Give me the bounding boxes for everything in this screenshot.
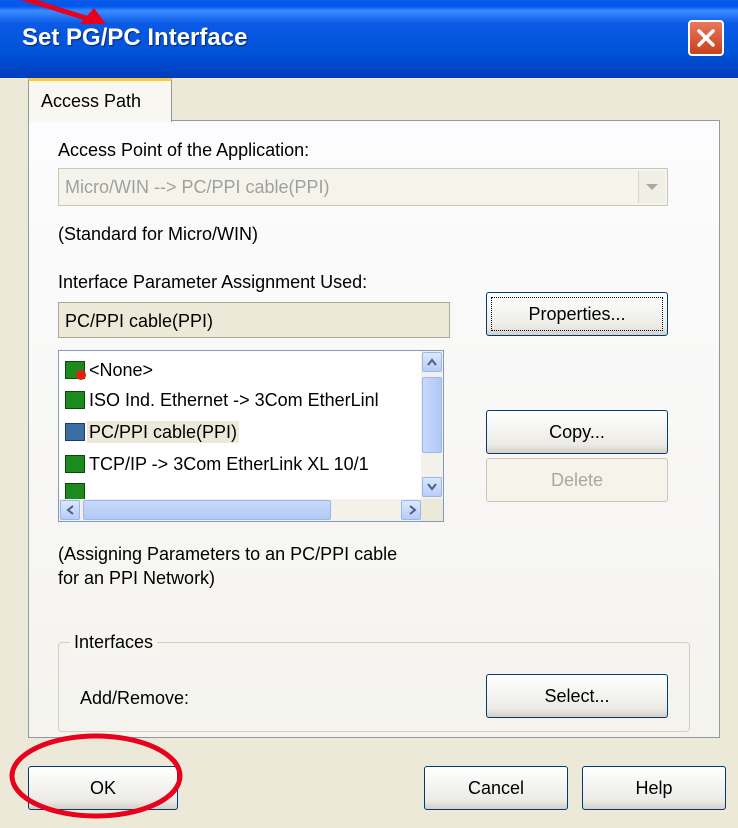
- close-button[interactable]: [688, 20, 724, 56]
- chevron-right-icon: [409, 505, 417, 515]
- title-bar: Set PG/PC Interface: [0, 0, 738, 78]
- list-item[interactable]: PC/PPI cable(PPI): [65, 420, 240, 449]
- scroll-corner: [421, 499, 443, 521]
- annotation-circle-icon: [9, 733, 183, 819]
- list-item-label: PC/PPI cable(PPI): [87, 420, 240, 443]
- scroll-right-button[interactable]: [401, 500, 421, 520]
- description-line-1: (Assigning Parameters to an PC/PPI cable: [58, 544, 398, 564]
- properties-button[interactable]: Properties...: [486, 292, 668, 336]
- select-button[interactable]: Select...: [486, 674, 668, 718]
- access-point-description: (Standard for Micro/WIN): [58, 224, 259, 244]
- list-item[interactable]: ISO Ind. Ethernet -> 3Com EtherLinl: [65, 389, 381, 417]
- scroll-down-button[interactable]: [422, 477, 442, 497]
- horizontal-scroll-thumb[interactable]: [83, 500, 331, 520]
- interface-param-field: PC/PPI cable(PPI): [58, 302, 450, 338]
- chevron-up-icon: [427, 358, 437, 366]
- close-icon: [697, 29, 715, 47]
- list-item-label: TCP/IP -> 3Com EtherLink XL 10/1: [89, 453, 369, 474]
- delete-button[interactable]: Delete: [486, 458, 668, 502]
- help-button[interactable]: Help: [582, 766, 726, 810]
- add-remove-label: Add/Remove:: [80, 688, 190, 708]
- ppi-cable-icon: [65, 423, 85, 442]
- annotation-arrow-icon: [21, 0, 106, 24]
- scroll-up-button[interactable]: [422, 352, 442, 372]
- cancel-button[interactable]: Cancel: [424, 766, 568, 810]
- list-item[interactable]: TCP/IP -> 3Com EtherLink XL 10/1: [65, 453, 371, 481]
- interface-param-label: Interface Parameter Assignment Used:: [58, 272, 368, 292]
- list-item-label: ISO Ind. Ethernet -> 3Com EtherLinl: [89, 389, 379, 410]
- list-item[interactable]: <None>: [65, 359, 155, 387]
- interface-param-value: PC/PPI cable(PPI): [65, 311, 214, 331]
- description-line-2: for an PPI Network): [58, 568, 216, 588]
- network-card-icon: [65, 391, 85, 410]
- network-card-icon: [65, 455, 85, 474]
- chevron-down-icon: [646, 184, 658, 190]
- list-item-label: <None>: [89, 359, 154, 380]
- interfaces-group-title: Interfaces: [70, 632, 158, 653]
- copy-button[interactable]: Copy...: [486, 410, 668, 454]
- chevron-left-icon: [66, 505, 74, 515]
- dropdown-button[interactable]: [638, 171, 665, 203]
- access-point-label: Access Point of the Application:: [58, 140, 310, 160]
- tab-access-path[interactable]: Access Path: [28, 78, 172, 122]
- horizontal-scrollbar[interactable]: [59, 499, 423, 521]
- tab-label: Access Path: [41, 91, 142, 111]
- scroll-left-button[interactable]: [60, 500, 80, 520]
- access-point-select[interactable]: Micro/WIN --> PC/PPI cable(PPI): [58, 168, 668, 206]
- access-point-value: Micro/WIN --> PC/PPI cable(PPI): [65, 177, 330, 197]
- vertical-scroll-thumb[interactable]: [422, 377, 442, 453]
- chevron-down-icon: [427, 483, 437, 491]
- interface-list[interactable]: <None> ISO Ind. Ethernet -> 3Com EtherLi…: [58, 350, 444, 522]
- network-none-icon: [65, 361, 86, 381]
- vertical-scrollbar[interactable]: [421, 351, 443, 499]
